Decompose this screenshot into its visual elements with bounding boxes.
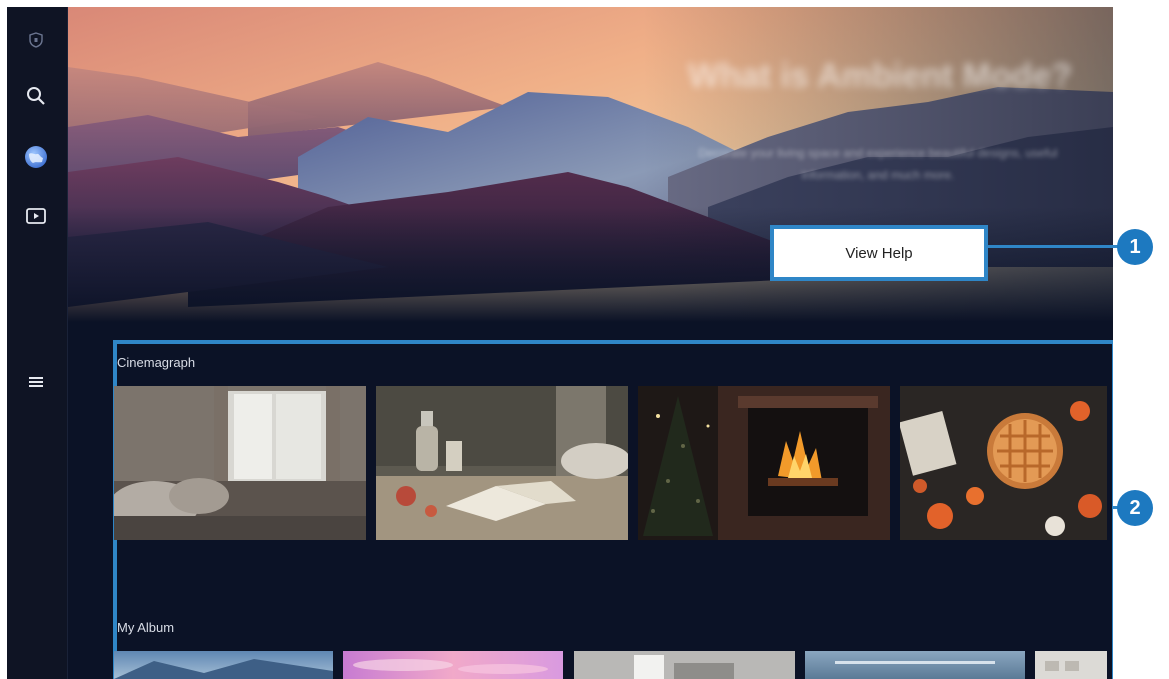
album-thumb-room[interactable] bbox=[574, 651, 795, 679]
sidebar bbox=[7, 7, 68, 679]
album-thumb-landscape[interactable] bbox=[114, 651, 333, 679]
hero-description: Decorate your living space and experienc… bbox=[698, 146, 1058, 182]
section-title-my-album: My Album bbox=[117, 620, 175, 635]
cinemagraph-thumb-autumn-pie[interactable] bbox=[900, 386, 1107, 540]
search-icon[interactable] bbox=[23, 83, 49, 109]
hero-title: What is Ambient Mode? bbox=[688, 57, 1073, 95]
section-title-cinemagraph: Cinemagraph bbox=[117, 355, 196, 370]
menu-icon[interactable] bbox=[23, 369, 49, 395]
shield-icon[interactable] bbox=[23, 27, 49, 53]
album-thumb-gallery[interactable] bbox=[1035, 651, 1107, 679]
callout-badge-1: 1 bbox=[1117, 229, 1153, 265]
globe-icon[interactable] bbox=[23, 144, 49, 170]
cinemagraph-thumb-reading-table[interactable] bbox=[376, 386, 628, 540]
album-thumb-pink-sky[interactable] bbox=[343, 651, 563, 679]
album-thumb-ocean[interactable] bbox=[805, 651, 1025, 679]
tv-screen: What is Ambient Mode? Decorate your livi… bbox=[7, 7, 1113, 679]
callout-badge-2: 2 bbox=[1117, 490, 1153, 526]
view-help-button[interactable]: View Help bbox=[770, 225, 988, 281]
cinemagraph-thumb-bedroom[interactable] bbox=[114, 386, 366, 540]
cinemagraph-thumb-fireplace[interactable] bbox=[638, 386, 890, 540]
media-play-icon[interactable] bbox=[23, 203, 49, 229]
callout-line-1 bbox=[988, 245, 1118, 248]
